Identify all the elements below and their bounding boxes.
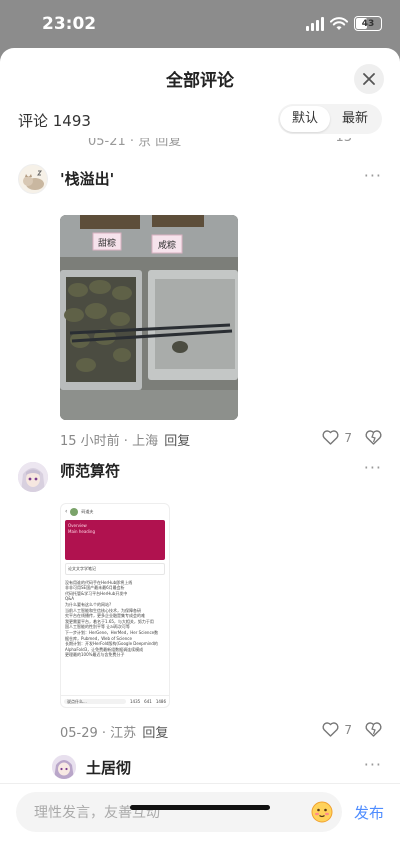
comment-input[interactable] <box>32 792 296 834</box>
comment-time-location: 15 小时前 · 上海 <box>60 434 159 449</box>
like-count: 7 <box>344 430 352 445</box>
sort-default-tab[interactable]: 默认 <box>280 106 330 132</box>
avatar[interactable] <box>52 755 76 779</box>
zongzi-food-tray-image: 甜粽 咸粽 <box>60 215 238 420</box>
battery-icon: 43 <box>354 16 382 31</box>
heart-icon <box>322 722 339 737</box>
screenshot-avatar <box>70 508 79 516</box>
comment-input-bar: 发布 <box>0 783 400 865</box>
home-indicator <box>130 805 270 810</box>
heart-icon <box>322 430 339 445</box>
screenshot-nav: ‹ 码道夫 <box>61 504 169 518</box>
comment-input-box[interactable] <box>16 792 342 834</box>
emoji-icon[interactable] <box>310 800 334 824</box>
anime-avatar-icon <box>18 462 48 492</box>
comment-count: 评论 1493 <box>18 112 91 130</box>
reply-button[interactable]: 回复 <box>142 726 168 741</box>
comment-list[interactable]: 05-21 · 京 回复 13 '栈溢出' ··· 甜粽 咸粽 <box>0 138 400 783</box>
cellular-signal-icon <box>306 16 324 31</box>
comment-meta: 05-29 · 江苏 回复 <box>60 722 168 741</box>
status-time: 23:02 <box>42 14 97 34</box>
status-icons: 43 <box>306 16 382 31</box>
send-button[interactable]: 发布 <box>354 802 384 823</box>
dislike-broken-heart-icon[interactable] <box>365 430 382 445</box>
like-button[interactable]: 7 <box>322 430 352 445</box>
screenshot-body-line: 下一步计划：HerGene，HerMed，Her Science数 <box>65 629 159 635</box>
anime-avatar-icon <box>52 755 76 779</box>
battery-percent: 43 <box>361 18 375 29</box>
dislike-broken-heart-icon[interactable] <box>365 722 382 737</box>
comment-author[interactable]: 师范算符 <box>60 460 120 481</box>
sort-toggle: 默认 最新 <box>278 104 382 134</box>
close-icon <box>363 73 375 85</box>
close-button[interactable] <box>354 64 384 94</box>
comment-time-location: 05-29 · 江苏 <box>60 726 137 741</box>
cat-avatar-icon <box>23 170 44 190</box>
more-options-icon[interactable]: ··· <box>364 458 382 477</box>
screenshot-hero-line: Main heading <box>68 528 95 534</box>
like-button[interactable]: 7 <box>322 722 352 737</box>
screenshot-card-title: 论文文字学笔记 <box>65 563 165 575</box>
sheet-title: 全部评论 <box>166 71 234 91</box>
screenshot-footer-stat: 1435 <box>129 698 141 704</box>
wifi-icon <box>330 16 348 30</box>
screenshot-body-line: 更理最的100%最近与含免费分子 <box>65 652 125 658</box>
avatar[interactable] <box>18 164 48 194</box>
like-count: 7 <box>344 722 352 737</box>
screenshot-body: 没有用谁的代码手在HerHub即将上线 非非可用SE国产最未最6月最会析 代码托… <box>61 578 169 660</box>
comment-author[interactable]: '栈溢出' <box>60 168 114 189</box>
avatar[interactable] <box>18 462 48 492</box>
comment-photo[interactable]: 甜粽 咸粽 <box>60 215 238 420</box>
comment-author[interactable]: 土居彻 <box>86 757 131 778</box>
comment-meta: 15 小时前 · 上海 回复 <box>60 430 190 449</box>
screenshot-body-line: 长期计划：开发HerFold版构(Google Deepmind的 <box>65 641 158 647</box>
status-bar: 23:02 43 <box>0 0 400 48</box>
back-icon: ‹ <box>65 508 68 516</box>
comment-screenshot-image[interactable]: ‹ 码道夫 Overview Main heading 论文文字学笔记 没有用谁… <box>60 503 170 708</box>
cut-comment-row: 05-21 · 京 回复 13 <box>0 138 400 148</box>
more-options-icon[interactable]: ··· <box>364 166 382 185</box>
like-count: 13 <box>335 138 352 145</box>
screenshot-footer-stat: 641 <box>144 698 152 704</box>
left-sign: 甜粽 <box>98 237 116 249</box>
right-sign: 咸粽 <box>158 239 176 251</box>
comments-sheet: 全部评论 评论 1493 默认 最新 05-21 · 京 回复 13 '栈溢出'… <box>0 48 400 865</box>
comment-meta: 05-21 · 京 回复 <box>88 138 182 148</box>
reply-button[interactable]: 回复 <box>164 434 190 449</box>
screenshot-footer-stat: 1486 <box>155 698 166 704</box>
screenshot-footer-input: 说点什么... <box>64 698 126 705</box>
sort-latest-tab[interactable]: 最新 <box>330 106 380 132</box>
more-options-icon[interactable]: ··· <box>364 755 382 774</box>
screenshot-nav-name: 码道夫 <box>81 509 94 515</box>
screenshot-hero: Overview Main heading <box>65 520 165 560</box>
screenshot-footer: 说点什么... 1435 641 1486 <box>61 695 169 707</box>
